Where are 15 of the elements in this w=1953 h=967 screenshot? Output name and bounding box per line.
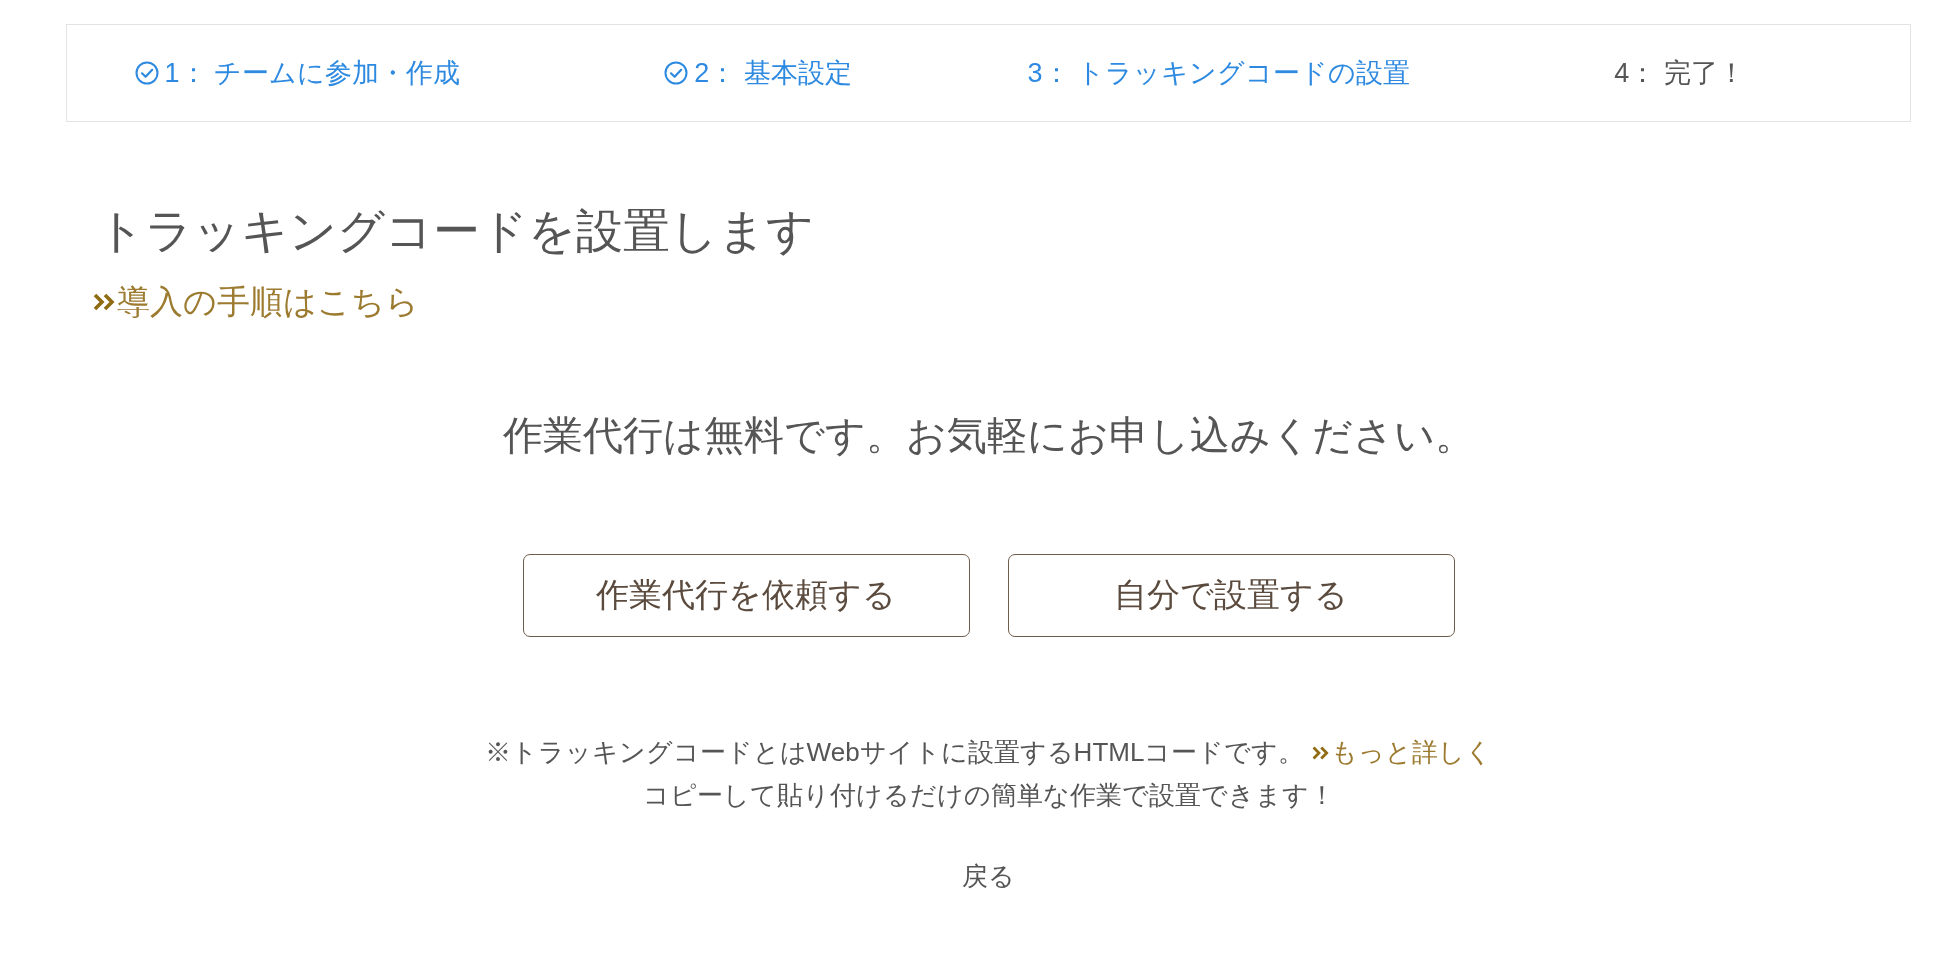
double-chevron-icon	[93, 293, 115, 311]
guide-link[interactable]: 導入の手順はこちら	[93, 279, 419, 325]
note-text: ※トラッキングコードとはWebサイトに設置するHTMLコードです。	[484, 736, 1305, 769]
more-details-link[interactable]: もっと詳しく	[1312, 731, 1493, 774]
service-message: 作業代行は無料です。お気軽にお申し込みください。	[501, 412, 1476, 459]
double-chevron-icon	[1312, 745, 1330, 760]
step-label: 3： トラッキングコードの設置	[1027, 57, 1411, 90]
back-link[interactable]: 戻る	[962, 855, 1015, 898]
step-label: 1： チームに参加・作成	[164, 57, 461, 90]
step-label: 4： 完了！	[1614, 57, 1745, 90]
step-label: 2： 基本設定	[694, 57, 852, 90]
note-text: コピーして貼り付けるだけの簡単な作業で設置できます！	[642, 779, 1335, 812]
action-button[interactable]: 作業代行を依頼する	[522, 554, 970, 637]
page-heading: トラッキングコードを設置します	[97, 203, 814, 259]
action-button[interactable]: 自分で設置する	[1007, 554, 1455, 637]
